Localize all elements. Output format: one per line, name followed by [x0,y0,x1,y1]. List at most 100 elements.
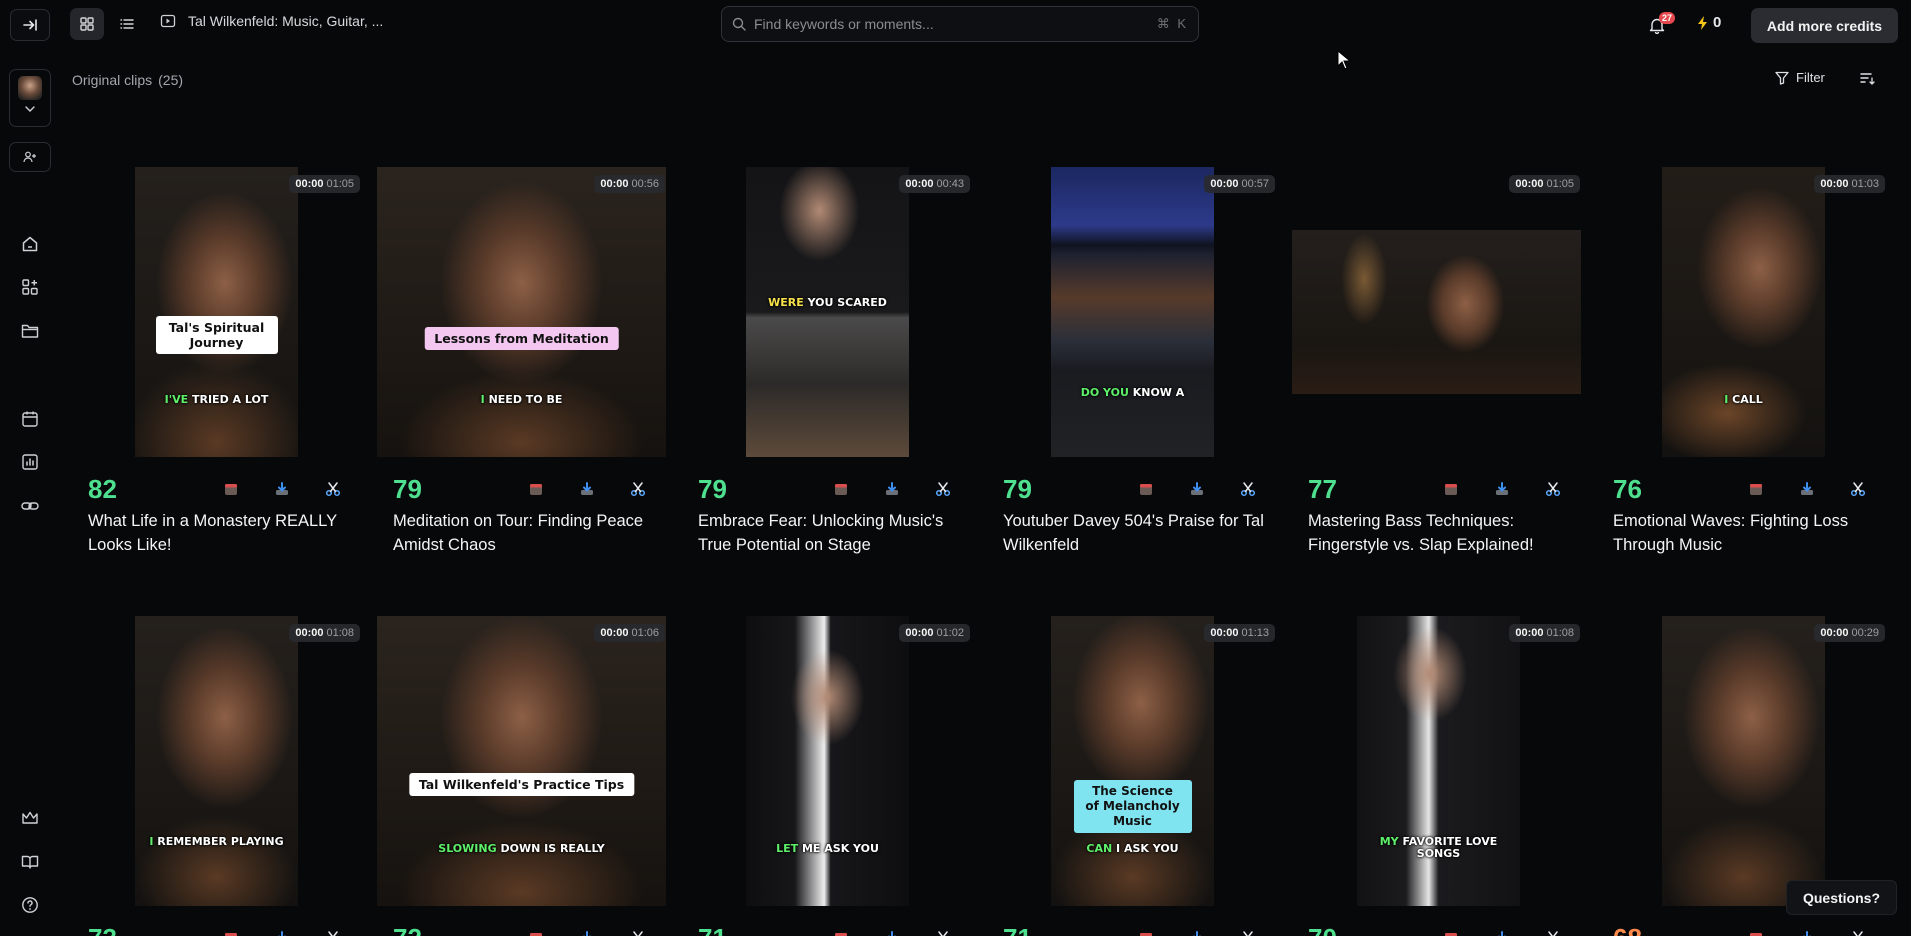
download-button[interactable] [256,930,307,936]
clip-meta-row: 79 [1003,472,1273,506]
schedule-button[interactable] [1120,481,1171,497]
download-button[interactable] [561,481,612,497]
clip-title[interactable]: Mastering Bass Techniques: Fingerstyle v… [1308,509,1578,557]
clip-title[interactable]: Meditation on Tour: Finding Peace Amidst… [393,509,663,557]
profile-switcher[interactable] [9,69,51,127]
clip-thumbnail[interactable]: DO YOU KNOW A 00:00 00:57 [987,167,1277,457]
schedule-button[interactable] [1730,930,1781,936]
expand-sidebar-icon [23,19,37,31]
schedule-button[interactable] [1730,481,1781,497]
download-button[interactable] [256,481,307,497]
clip-meta-row: 70 [1308,921,1578,936]
schedule-button[interactable] [1120,930,1171,936]
download-button[interactable] [866,481,917,497]
scissors-icon [1850,482,1865,497]
chevron-down-icon [25,106,35,112]
search-bar[interactable]: ⌘ K [721,6,1199,42]
download-icon [275,482,288,495]
clip-timestamp: 00:00 01:08 [1509,624,1580,642]
virality-score: 77 [1308,473,1337,504]
clip-timestamp: 00:00 01:03 [1814,175,1885,193]
clip-thumbnail[interactable]: Tal Wilkenfeld's Practice Tips SLOWING D… [377,616,667,906]
clip-title[interactable]: Youtuber Davey 504's Praise for Tal Wilk… [1003,509,1273,557]
clip-title[interactable]: What Life in a Monastery REALLY Looks Li… [88,509,358,557]
clip-thumbnail[interactable]: LET ME ASK YOU 00:00 01:02 [682,616,972,906]
clip-title[interactable]: Emotional Waves: Fighting Loss Through M… [1613,509,1883,557]
add-credits-button[interactable]: Add more credits [1751,8,1898,43]
clip-thumbnail[interactable]: Lessons from Meditation I NEED TO BE 00:… [377,167,667,457]
edit-clip-button[interactable] [307,930,358,936]
clip-thumbnail[interactable]: Tal's Spiritual Journey I'VE TRIED A LOT… [72,167,362,457]
download-button[interactable] [1171,481,1222,497]
download-button[interactable] [866,930,917,936]
credits-count: 0 [1713,14,1722,31]
project-title[interactable]: Tal Wilkenfeld: Music, Guitar, ... [160,13,383,29]
clip-title[interactable]: Embrace Fear: Unlocking Music's True Pot… [698,509,968,557]
nav-links[interactable] [18,494,42,518]
clip-thumbnail[interactable]: WERE YOU SCARED 00:00 00:43 [682,167,972,457]
clip-thumbnail[interactable]: 00:00 01:05 [1292,167,1582,457]
sort-button[interactable] [1859,70,1875,91]
nav-help[interactable] [18,893,42,917]
edit-clip-button[interactable] [1527,481,1578,497]
download-button[interactable] [1781,930,1832,936]
nav-docs[interactable] [18,850,42,874]
nav-home[interactable] [18,232,42,256]
edit-clip-button[interactable] [612,930,663,936]
schedule-button[interactable] [1425,930,1476,936]
download-button[interactable] [561,930,612,936]
nav-plans[interactable] [18,806,42,830]
edit-clip-button[interactable] [1527,930,1578,936]
download-button[interactable] [1476,930,1527,936]
credits-indicator[interactable]: 0 [1697,14,1721,31]
search-input[interactable] [754,16,1157,32]
filter-button[interactable]: Filter [1775,70,1825,85]
nav-calendar[interactable] [18,407,42,431]
clip-caption: SLOWING DOWN IS REALLY [438,842,605,855]
schedule-button[interactable] [205,481,256,497]
notifications-button[interactable]: 27 [1644,12,1676,38]
edit-clip-button[interactable] [307,481,358,497]
schedule-button[interactable] [205,930,256,936]
thumbnail-image [1292,230,1581,394]
project-title-text: Tal Wilkenfeld: Music, Guitar, ... [188,13,384,29]
add-user-button[interactable] [9,142,51,172]
clip-meta-row: 72 [393,921,663,936]
schedule-button[interactable] [510,481,561,497]
clip-thumbnail[interactable]: The Science of Melancholy Music CAN I AS… [987,616,1277,906]
schedule-button[interactable] [815,481,866,497]
schedule-button[interactable] [1425,481,1476,497]
clip-thumbnail[interactable]: 00:00 00:29 [1597,616,1887,906]
clip-thumbnail[interactable]: MY FAVORITE LOVE SONGS 00:00 01:08 [1292,616,1582,906]
clip-thumbnail[interactable]: I REMEMBER PLAYING 00:00 01:08 [72,616,362,906]
clip-thumbnail[interactable]: I CALL 00:00 01:03 [1597,167,1887,457]
download-button[interactable] [1781,481,1832,497]
scissors-icon [937,931,948,936]
clip-label: The Science of Melancholy Music [1073,780,1192,833]
schedule-button[interactable] [815,930,866,936]
clip-label: Tal's Spiritual Journey [155,316,278,354]
clip-meta-row: 77 [1308,472,1578,506]
download-button[interactable] [1171,930,1222,936]
collapse-sidebar-button[interactable] [10,9,50,41]
edit-clip-button[interactable] [1832,481,1883,497]
edit-clip-button[interactable] [1222,930,1273,936]
list-view-button[interactable] [110,8,144,40]
edit-clip-button[interactable] [612,481,663,497]
schedule-button[interactable] [510,930,561,936]
download-button[interactable] [1476,481,1527,497]
edit-clip-button[interactable] [1222,481,1273,497]
nav-apps[interactable] [18,275,42,299]
clip-timestamp: 00:00 01:05 [289,175,360,193]
grid-view-button[interactable] [70,8,104,40]
questions-button[interactable]: Questions? [1786,880,1897,915]
scissors-icon [935,482,950,497]
thumbnail-image [1662,616,1825,906]
edit-clip-button[interactable] [917,930,968,936]
clip-meta-row: 79 [698,472,968,506]
clip-meta-row: 82 [88,472,358,506]
edit-clip-button[interactable] [917,481,968,497]
nav-analytics[interactable] [18,450,42,474]
edit-clip-button[interactable] [1832,930,1883,936]
nav-files[interactable] [18,319,42,343]
